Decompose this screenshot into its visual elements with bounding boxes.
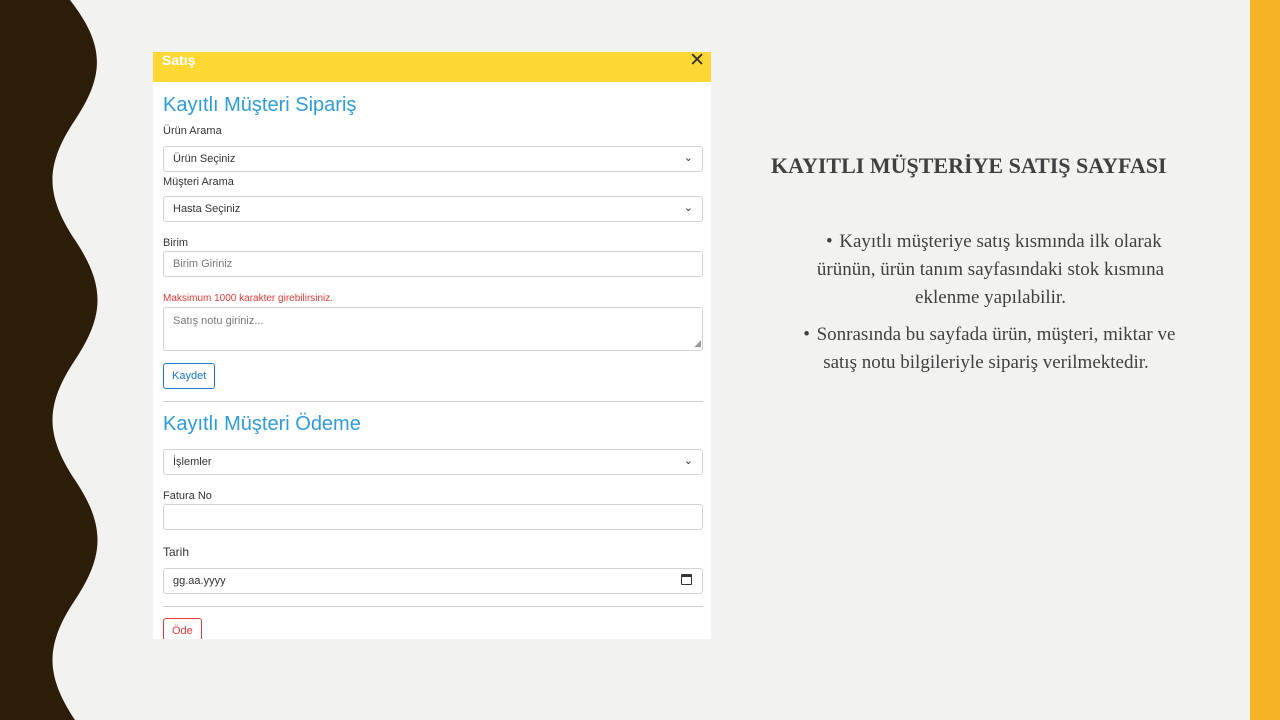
chevron-down-icon: ⌄: [683, 152, 693, 164]
save-button[interactable]: Kaydet: [163, 363, 216, 389]
customer-select-value: Hasta Seçiniz: [173, 203, 241, 215]
calendar-icon[interactable]: [681, 574, 692, 585]
unit-label: Birim: [163, 237, 189, 249]
customer-search-label: Müşteri Arama: [163, 176, 234, 188]
close-icon[interactable]: ✕: [689, 52, 705, 72]
slide-title: KAYITLI MÜŞTERİYE SATIŞ SAYFASI: [771, 153, 1167, 178]
bullet-2-line-1: Sonrasında bu sayfada ürün, müşteri, mik…: [816, 324, 1176, 345]
pay-button[interactable]: Öde: [163, 618, 202, 639]
date-label: Tarih: [163, 545, 190, 559]
bullet-item: • Sonrasında bu sayfada ürün, müşteri, mi…: [762, 321, 1210, 377]
chevron-down-icon: ⌄: [683, 455, 693, 467]
date-placeholder: gg.aa.yyyy: [173, 575, 226, 587]
product-select[interactable]: Ürün Seçiniz ⌄: [163, 146, 703, 172]
bullet-2-line-2: satış notu bilgileriyle sipariş verilmek…: [823, 352, 1149, 373]
bullet-1-line-2: ürünün, ürün tanım sayfasındaki stok kıs…: [816, 259, 1165, 280]
order-heading: Kayıtlı Müşteri Sipariş: [163, 94, 357, 116]
invoice-label: Fatura No: [163, 490, 212, 502]
sales-panel: Satış ✕ Kayıtlı Müşteri Sipariş Ürün Ara…: [153, 52, 711, 639]
chevron-down-icon: ⌄: [683, 202, 693, 214]
payment-heading: Kayıtlı Müşteri Ödeme: [163, 413, 361, 435]
bullet-1-line-3: eklenme yapılabilir.: [915, 287, 1066, 308]
sales-note-placeholder: Satış notu giriniz...: [173, 315, 264, 327]
bullet-1-line-1: Kayıtlı müşteriye satış kısmında ilk ola…: [839, 231, 1162, 252]
product-select-value: Ürün Seçiniz: [173, 153, 236, 165]
decorative-wave: [0, 0, 98, 720]
product-search-label: Ürün Arama: [163, 125, 222, 137]
panel-title: Satış: [162, 52, 196, 68]
customer-select[interactable]: Hasta Seçiniz ⌄: [163, 196, 703, 222]
operations-select-value: İşlemler: [173, 456, 212, 468]
unit-input[interactable]: Birim Giriniz: [163, 251, 703, 277]
resize-handle-icon[interactable]: ◢: [694, 338, 701, 349]
divider: [163, 606, 703, 607]
divider: [163, 401, 703, 402]
date-input[interactable]: gg.aa.yyyy: [163, 568, 703, 594]
unit-placeholder: Birim Giriniz: [173, 258, 233, 270]
bullet-item: • Kayıtlı müşteriye satış kısmında ilk ol…: [783, 228, 1198, 312]
operations-select[interactable]: İşlemler ⌄: [163, 449, 703, 475]
bullet-icon: •: [803, 324, 810, 345]
accent-bar: [1250, 0, 1280, 720]
panel-header: Satış ✕: [153, 52, 711, 82]
bullet-icon: •: [825, 231, 833, 252]
note-limit-warning: Maksimum 1000 karakter girebilirsiniz.: [163, 293, 334, 304]
sales-note-textarea[interactable]: Satış notu giriniz... ◢: [163, 307, 703, 351]
invoice-input[interactable]: [163, 504, 703, 530]
